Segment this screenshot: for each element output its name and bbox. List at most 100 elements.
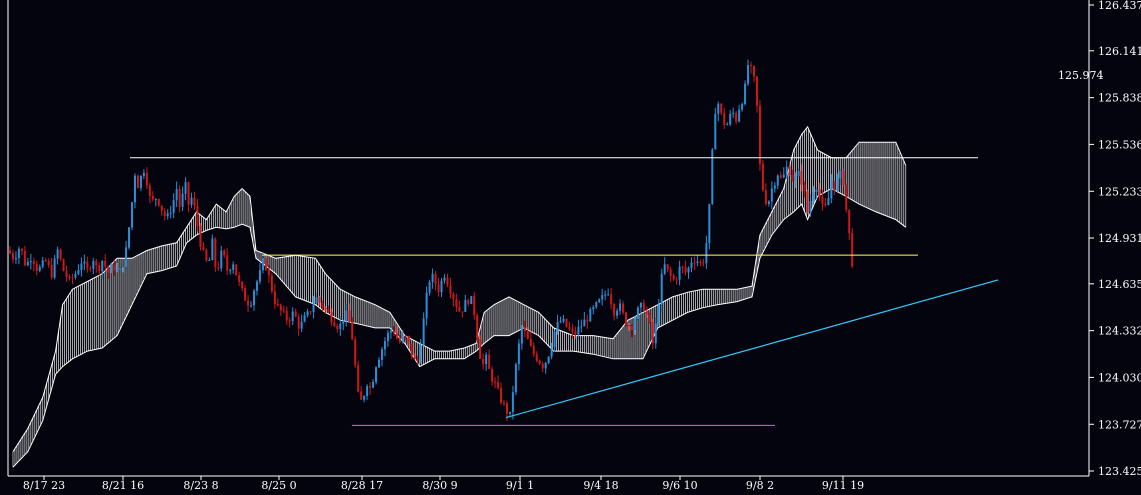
candle-body [282,310,285,312]
candle-body [89,268,92,270]
candle-body [110,264,113,273]
candle-body [354,339,357,366]
candle-body [669,269,672,276]
candle-body [482,358,485,365]
candle-body [598,299,601,303]
candle-body [113,264,116,271]
candle-body [773,185,776,189]
candle-body [592,307,595,310]
candle-body [541,363,544,369]
candle-body [267,269,270,276]
candle-body [815,189,818,192]
candle-body [92,260,95,269]
candle-body [62,259,65,272]
candle-body [404,335,407,337]
candle-body [348,310,351,323]
candle-body [559,321,562,323]
candle-body [264,257,267,270]
candle-body [131,202,133,228]
candle-body [764,190,767,204]
candle-body [226,255,229,271]
candle-body [300,321,303,329]
candle-body [505,403,508,414]
y-tick-label: 126.141 [1098,45,1141,58]
candle-body [288,320,291,322]
candle-body [610,294,613,305]
candle-body [636,307,639,319]
candle-body [279,304,282,311]
candle-body [217,267,220,269]
candle-body [821,196,824,204]
candle-body [714,113,717,150]
candle-body [845,184,848,210]
candle-body [491,368,494,382]
candle-body [14,258,17,260]
candle-body [755,76,758,106]
candle-body [339,323,342,330]
x-tick-label: 8/23 8 [183,479,218,492]
candle-body [744,83,747,105]
candle-body [261,257,264,271]
candle-body [38,266,41,271]
candle-body [562,318,565,322]
x-tick-label: 8/17 23 [23,479,65,492]
candle-body [830,181,833,199]
candle-body [333,322,336,327]
candle-body [663,264,666,274]
candle-body [696,261,699,264]
candle-body [574,331,577,335]
candle-body [71,277,74,279]
y-tick-label: 124.931 [1098,232,1141,245]
candle-body [366,386,369,397]
candle-body [151,196,154,200]
candle-body [583,319,586,327]
candle-body [523,327,526,332]
candle-body [74,274,77,278]
candle-body [690,262,693,268]
candle-body [86,261,89,269]
candle-body [627,324,630,327]
candle-body [372,381,375,388]
candle-body [122,267,125,269]
candle-body [8,250,11,254]
candle-body [223,250,226,256]
candle-body [133,175,136,203]
candle-body [255,281,258,291]
candle-body [119,268,122,270]
x-tick-label: 8/25 0 [261,479,296,492]
candle-body [717,103,720,114]
candle-body [23,251,26,266]
candle-body [797,170,800,177]
candle-body [806,191,809,213]
candle-body [178,189,181,207]
candle-body [785,166,788,175]
candle-body [199,225,202,247]
candle-body [812,191,815,201]
candle-body [431,273,434,283]
candle-body [479,339,482,359]
candle-body [253,290,256,306]
candle-body [56,249,59,259]
candle-body [273,291,276,304]
candle-body [729,113,732,125]
candle-body [607,294,610,296]
y-tick-label: 126.437 [1098,0,1141,12]
candle-body [336,326,339,330]
candle-body [35,263,38,271]
candle-body [538,360,541,364]
candlestick-chart: 126.437 126.141 125.838 125.536 125.233 124.9… [0,0,1141,495]
y-tick-label: 124.635 [1098,278,1141,291]
candle-body [53,258,56,278]
candle-body [461,311,464,313]
candle-body [687,267,690,273]
candle-body [508,411,511,414]
candle-body [818,189,821,197]
y-tick-label: 123.425 [1098,465,1141,478]
candle-body [65,271,68,277]
y-tick-label: 125.838 [1098,92,1141,105]
candle-body [235,264,238,276]
candle-body [416,359,419,361]
candle-body [196,205,199,226]
x-tick-label: 9/6 10 [662,479,697,492]
candle-body [41,260,44,267]
